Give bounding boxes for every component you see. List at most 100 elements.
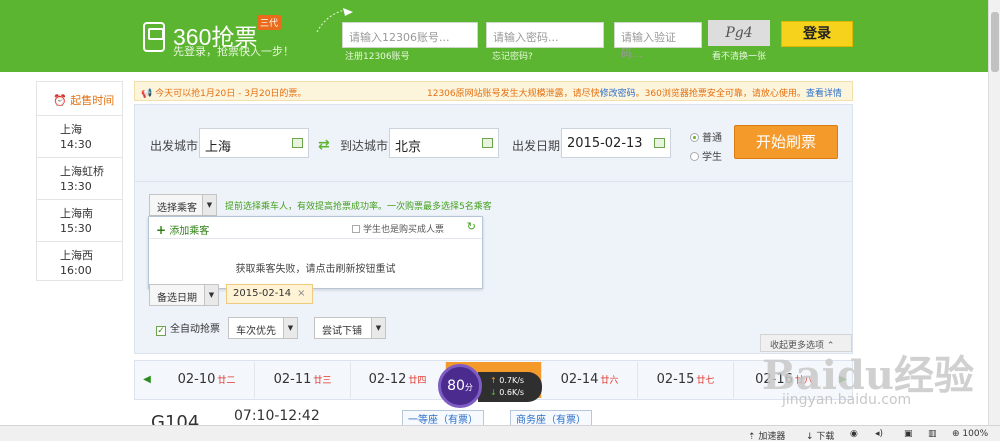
checkmark-icon[interactable]: ✓ — [156, 326, 166, 336]
prev-date-arrow-icon[interactable]: ◀ — [136, 362, 158, 398]
account-input[interactable]: 请输入12306账号... — [342, 22, 478, 48]
try-lower-berth-dropdown[interactable]: 尝试下铺 ▼ — [314, 317, 386, 339]
to-city-input[interactable]: 北京 — [389, 128, 499, 158]
captcha-input[interactable]: 请输入验证码... — [614, 22, 702, 60]
date-tab[interactable]: 02-10 廿二 — [159, 362, 255, 398]
upload-arrow-icon: ↑ — [490, 376, 497, 385]
logo-badge: 三代 — [257, 15, 282, 30]
passenger-popup: + 添加乘客 学生也是购买成人票 ↻ 获取乘客失败，请点击刷新按钮重试 — [148, 216, 483, 289]
try-lower-berth-label: 尝试下铺 — [322, 326, 362, 337]
forgot-password-link[interactable]: 忘记密码? — [492, 49, 533, 62]
zoom-level: 100% — [962, 429, 989, 439]
date-tab-date: 02-10 — [177, 372, 216, 387]
backup-date-dropdown[interactable]: 备选日期 ▼ — [149, 284, 219, 306]
city-picker-icon[interactable] — [482, 138, 493, 148]
radio-normal[interactable]: 普通 — [690, 129, 722, 144]
swap-cities-icon[interactable]: ⇄ — [318, 137, 330, 153]
logo-subtitle: 先登录，抢票快人一步！ — [173, 45, 294, 58]
shield-icon[interactable]: ◉ — [850, 429, 858, 439]
tools-icon[interactable]: ▥ — [928, 429, 937, 439]
date-tab[interactable]: 02-14 廿六 — [542, 362, 638, 398]
backup-date-label: 备选日期 — [157, 293, 197, 304]
browser-status-bar: ⇡ 加速器 ↓ 下载 ◉ ◂) ▣ ▥ ⊕ 100% — [0, 425, 1000, 442]
accelerator-button[interactable]: ⇡ 加速器 — [748, 429, 785, 442]
student-checkbox[interactable]: 学生也是购买成人票 — [352, 222, 444, 235]
checkbox-box[interactable] — [352, 225, 360, 233]
sale-time: 14:30 — [60, 138, 92, 151]
priority-label: 车次优先 — [236, 326, 276, 337]
sale-time: 13:30 — [60, 180, 92, 193]
download-arrow-icon: ↓ — [490, 388, 497, 397]
view-detail-link[interactable]: 查看详情 — [806, 89, 842, 99]
register-link[interactable]: 注册12306账号 — [345, 49, 410, 62]
download-button[interactable]: ↓ 下载 — [806, 429, 834, 442]
page-scrollbar[interactable] — [988, 0, 1000, 425]
radio-normal-label: 普通 — [702, 133, 722, 144]
priority-dropdown[interactable]: 车次优先 ▼ — [228, 317, 298, 339]
radio-student[interactable]: 学生 — [690, 148, 722, 163]
chevron-down-icon[interactable]: ▼ — [204, 285, 218, 305]
screenshot-icon[interactable]: ▣ — [904, 429, 913, 439]
change-password-link[interactable]: 修改密码 — [600, 89, 636, 99]
sale-time-sidebar: ⏰ 起售时间 上海 14:30 上海虹桥 13:30 上海南 15:30 上海西… — [36, 81, 123, 281]
select-passenger-label: 选择乘客 — [157, 203, 197, 214]
sidebar-title: ⏰ 起售时间 — [37, 82, 122, 116]
station-name: 上海南 — [60, 207, 93, 220]
remove-tag-icon[interactable]: × — [297, 288, 305, 299]
speed-panel: ↑ 0.7K/s ↓ 0.6K/s — [478, 372, 542, 402]
score-unit: 分 — [464, 383, 473, 392]
passenger-error-message: 获取乘客失败，请点击刷新按钮重试 — [235, 264, 396, 275]
add-passenger-button[interactable]: + 添加乘客 — [156, 222, 209, 237]
backup-date-tag: 2015-02-14 × — [226, 284, 313, 304]
chevron-down-icon[interactable]: ▼ — [283, 318, 297, 338]
from-city-label: 出发城市 — [150, 139, 199, 153]
sale-time: 15:30 — [60, 222, 92, 235]
sidebar-title-label: 起售时间 — [70, 94, 115, 107]
date-label: 出发日期 — [512, 139, 561, 153]
sidebar-item: 上海虹桥 13:30 — [37, 158, 122, 200]
city-picker-icon[interactable] — [292, 138, 303, 148]
sale-time: 16:00 — [60, 264, 92, 277]
score-value: 80 — [447, 378, 465, 394]
to-city-label: 到达城市 — [340, 139, 389, 153]
popup-header: + 添加乘客 学生也是购买成人票 ↻ — [149, 217, 482, 239]
radio-dot[interactable] — [690, 152, 699, 161]
chevron-down-icon[interactable]: ▼ — [202, 195, 216, 215]
notice-left: 今天可以抢1月20日 - 3月20日的票。 — [155, 89, 307, 99]
date-input[interactable]: 2015-02-13 — [561, 128, 671, 158]
login-button[interactable]: 登录 — [781, 21, 853, 47]
date-tab[interactable]: 02-15 廿七 — [638, 362, 734, 398]
start-refresh-button[interactable]: 开始刷票 — [734, 125, 838, 159]
date-tab-date: 02-11 — [273, 372, 312, 387]
select-passenger-dropdown[interactable]: 选择乘客 ▼ — [149, 194, 217, 216]
scrollbar-thumb[interactable] — [991, 12, 999, 72]
password-input[interactable]: 请输入密码... — [486, 22, 604, 48]
radio-dot[interactable] — [690, 133, 699, 142]
refresh-icon[interactable]: ↻ — [467, 220, 476, 233]
notice-bar: 📢 今天可以抢1月20日 - 3月20日的票。 12306原网站账号发生大规模泄… — [134, 81, 853, 101]
chevron-down-icon[interactable]: ▼ — [371, 318, 385, 338]
sidebar-item: 上海 14:30 — [37, 116, 122, 158]
captcha-image[interactable]: Pg4 — [708, 20, 770, 46]
train-logo-icon — [143, 22, 165, 52]
train-time: 07:10-12:42 — [234, 408, 320, 424]
captcha-refresh-link[interactable]: 看不清换一张 — [712, 49, 766, 62]
auto-grab-checkbox[interactable]: ✓ 全自动抢票 — [156, 320, 220, 336]
megaphone-icon: 📢 — [141, 89, 153, 99]
passenger-tip: 提前选择乘车人，有效提高抢票成功率。一次购票最多选择5名乘客 — [225, 202, 492, 212]
auto-grab-label: 全自动抢票 — [170, 324, 220, 335]
radio-student-label: 学生 — [702, 152, 722, 163]
date-tab-lunar: 廿三 — [313, 376, 332, 386]
from-city-input[interactable]: 上海 — [199, 128, 309, 158]
backup-date-tag-value: 2015-02-14 — [233, 288, 292, 299]
zoom-control[interactable]: ⊕ 100% — [952, 429, 988, 439]
clock-icon: ⏰ — [53, 94, 67, 107]
station-name: 上海 — [60, 123, 82, 136]
speaker-icon[interactable]: ◂) — [875, 429, 883, 439]
to-city-value: 北京 — [395, 140, 422, 155]
date-tab-date: 02-12 — [368, 372, 407, 387]
date-tab-date: 02-14 — [560, 372, 599, 387]
date-tab[interactable]: 02-11 廿三 — [255, 362, 351, 398]
calendar-icon[interactable] — [654, 138, 665, 148]
date-tab[interactable]: 02-12 廿四 — [350, 362, 446, 398]
